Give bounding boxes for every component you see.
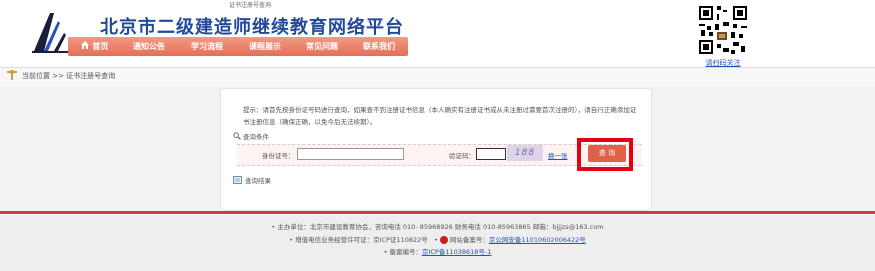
footer-record-label: 备案编号：: [389, 248, 422, 256]
results-list-icon: [233, 176, 242, 184]
nav-item-label: 联系我们: [363, 42, 395, 51]
nav-item-notices[interactable]: 通知公告: [120, 37, 178, 56]
footer-sponsor-text: 主办单位：北京市建设教育协会，咨询电话 010- 85968926 财务电话 0…: [277, 223, 604, 231]
captcha-image[interactable]: 188: [507, 145, 543, 161]
location-pin-icon: [7, 70, 17, 80]
breadcrumb-bar: [0, 67, 875, 87]
id-number-label: 身份证号：: [262, 152, 295, 160]
nav-item-label: 学习流程: [191, 42, 223, 51]
footer-line-sponsor: • 主办单位：北京市建设教育协会，咨询电话 010- 85968926 财务电话…: [271, 223, 604, 231]
home-icon: [80, 37, 90, 56]
nav-item-label: 课程展示: [249, 42, 281, 51]
page-title: 证书注册号查询: [228, 2, 271, 9]
captcha-input[interactable]: [476, 148, 506, 160]
footer-icp-license: 增值电信业务经营许可证：京ICP证110822号: [295, 236, 428, 244]
search-icon: [233, 132, 241, 140]
footer: • 主办单位：北京市建设教育协会，咨询电话 010- 85968926 财务电话…: [0, 215, 875, 271]
footer-line-record: • 备案编号：京ICP备11038618号-1: [383, 248, 492, 256]
results-section-label: 查询结果: [245, 177, 271, 185]
captcha-label: 验证码：: [449, 152, 475, 160]
notice-text: 提示：请首先按身份证号码进行查询，如果查不到注册证书信息（本人确实有注册证书或从…: [243, 106, 637, 126]
nav-item-courses[interactable]: 课程展示: [236, 37, 294, 56]
query-section-title: 查询条件: [233, 131, 269, 141]
refresh-captcha-link[interactable]: 换一张: [548, 150, 568, 160]
nav-item-label: 常见问题: [306, 42, 338, 51]
query-button[interactable]: 查 询: [588, 145, 626, 162]
id-number-input[interactable]: [297, 148, 404, 160]
nav-item-label: 首页: [92, 42, 109, 51]
query-section-label: 查询条件: [243, 133, 269, 141]
results-section-title: 查询结果: [233, 175, 271, 185]
footer-police-label: 网站备案号：: [449, 236, 489, 244]
main-nav: 首页 通知公告 学习流程 课程展示 常见问题 联系我们: [68, 37, 408, 56]
footer-line-license: • 增值电信业务经营许可证：京ICP证110822号 • 网站备案号：京公网安备…: [289, 236, 586, 244]
qr-code-image: [697, 4, 749, 56]
footer-record-link[interactable]: 京ICP备11038618号-1: [422, 248, 491, 256]
breadcrumb: 当前位置 >> 证书注册号查询: [22, 72, 116, 80]
nav-item-label: 通知公告: [133, 42, 165, 51]
nav-item-contact[interactable]: 联系我们: [350, 37, 408, 56]
nav-item-faq[interactable]: 常见问题: [294, 37, 350, 56]
footer-divider: [0, 211, 875, 214]
police-emblem-icon: [439, 236, 448, 244]
nav-item-process[interactable]: 学习流程: [178, 37, 236, 56]
nav-item-home[interactable]: 首页: [68, 37, 120, 56]
footer-police-link[interactable]: 京公网安备11010602006422号: [489, 236, 586, 244]
site-name: 北京市二级建造师继续教育网络平台: [100, 17, 404, 38]
